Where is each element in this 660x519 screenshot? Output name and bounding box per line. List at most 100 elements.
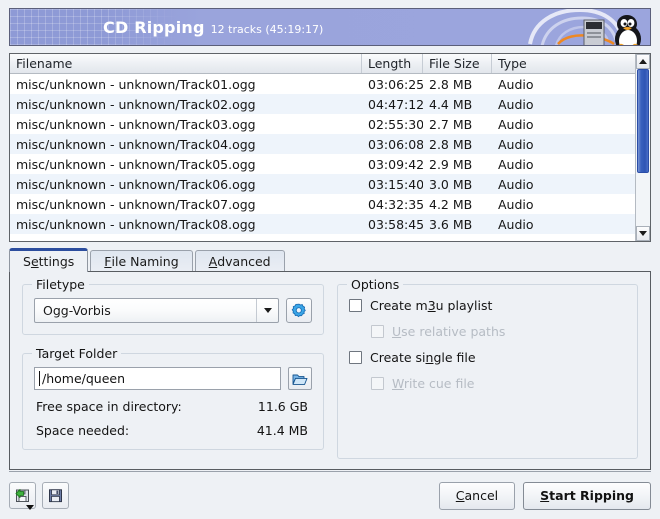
free-space-value: 11.6 GB (258, 399, 308, 414)
track-list-scrollbar[interactable] (635, 54, 650, 241)
option-label: Use relative paths (392, 324, 505, 339)
profile-toolbar (9, 482, 69, 509)
cell-file-size: 2.9 MB (423, 157, 492, 172)
cell-length: 03:15:40 (362, 177, 423, 192)
track-list-body: Filename Length File Size Type misc/unkn… (10, 54, 650, 241)
tab-bar: SettingsFile NamingAdvanced (9, 248, 651, 272)
scroll-up-button[interactable] (636, 54, 650, 69)
tux-cd-artwork (528, 9, 650, 45)
cell-filename: misc/unknown - unknown/Track02.ogg (10, 97, 362, 112)
target-folder-group-label: Target Folder (32, 346, 121, 361)
track-list-columns: Filename Length File Size Type misc/unkn… (10, 54, 635, 241)
header-text-group: CD Ripping 12 tracks (45:19:17) (103, 18, 323, 37)
chevron-down-icon (264, 308, 272, 313)
table-row[interactable]: misc/unknown - unknown/Track05.ogg03:09:… (10, 154, 635, 174)
target-folder-input[interactable]: /home/queen (34, 367, 281, 390)
cell-filename: misc/unknown - unknown/Track08.ogg (10, 217, 362, 232)
load-profile-icon (14, 487, 31, 504)
filetype-group: Filetype Ogg-Vorbis (22, 284, 324, 335)
option-label: Write cue file (392, 376, 475, 391)
cell-file-size: 2.8 MB (423, 77, 492, 92)
cell-file-size: 4.4 MB (423, 97, 492, 112)
free-space-row: Free space in directory: 11.6 GB (34, 399, 312, 414)
checkbox-icon (371, 377, 384, 390)
column-header-filename[interactable]: Filename (10, 54, 362, 73)
chevron-down-icon (639, 231, 647, 236)
cell-type: Audio (492, 177, 635, 192)
tab-settings[interactable]: Settings (9, 248, 88, 272)
target-folder-group: Target Folder /home/queen Free space i (22, 353, 324, 450)
table-row[interactable]: misc/unknown - unknown/Track04.ogg03:06:… (10, 134, 635, 154)
cell-filename: misc/unknown - unknown/Track05.ogg (10, 157, 362, 172)
tab-file-naming[interactable]: File Naming (90, 250, 192, 272)
header-banner: CD Ripping 12 tracks (45:19:17) (9, 8, 651, 46)
track-list-header: Filename Length File Size Type (10, 54, 635, 74)
table-row[interactable]: misc/unknown - unknown/Track03.ogg02:55:… (10, 114, 635, 134)
cell-length: 04:32:35 (362, 197, 423, 212)
option-write-cue-file: Write cue file (371, 376, 626, 391)
filetype-configure-button[interactable] (286, 298, 312, 323)
track-list[interactable]: Filename Length File Size Type misc/unkn… (9, 53, 651, 242)
cancel-button[interactable]: Cancel (439, 482, 515, 510)
cell-type: Audio (492, 97, 635, 112)
footer-bar: Cancel Start Ripping (9, 471, 651, 519)
cell-length: 04:47:12 (362, 97, 423, 112)
settings-left-column: Filetype Ogg-Vorbis (22, 284, 324, 459)
cell-file-size: 2.8 MB (423, 137, 492, 152)
space-needed-row: Space needed: 41.4 MB (34, 423, 312, 438)
settings-tab-panel: Filetype Ogg-Vorbis (9, 271, 651, 470)
chevron-down-icon (26, 505, 34, 510)
cell-length: 02:55:30 (362, 117, 423, 132)
load-profile-button[interactable] (9, 482, 36, 509)
column-header-length[interactable]: Length (362, 54, 423, 73)
cell-filename: misc/unknown - unknown/Track04.ogg (10, 137, 362, 152)
target-folder-browse-button[interactable] (288, 367, 312, 390)
scrollbar-track[interactable] (636, 69, 650, 226)
checkbox-icon[interactable] (349, 351, 362, 364)
chevron-up-icon (639, 59, 647, 64)
tab-advanced[interactable]: Advanced (195, 250, 285, 272)
cell-file-size: 4.2 MB (423, 197, 492, 212)
text-caret (39, 371, 40, 386)
option-create-single-file[interactable]: Create single file (349, 350, 626, 365)
column-header-type[interactable]: Type (492, 54, 635, 73)
save-profile-button[interactable] (42, 482, 69, 509)
table-row[interactable]: misc/unknown - unknown/Track08.ogg03:58:… (10, 214, 635, 234)
options-list: Create m3u playlist Use relative paths Cre… (349, 298, 626, 391)
target-folder-row: /home/queen (34, 367, 312, 390)
settings-right-column: Options Create m3u playlistUse relative … (337, 284, 638, 459)
checkbox-icon (371, 325, 384, 338)
filetype-select[interactable]: Ogg-Vorbis (34, 298, 279, 323)
cell-file-size: 2.7 MB (423, 117, 492, 132)
option-use-relative-paths: Use relative paths (371, 324, 626, 339)
cell-type: Audio (492, 117, 635, 132)
dialog-buttons: Cancel Start Ripping (439, 482, 651, 510)
table-row[interactable]: misc/unknown - unknown/Track06.ogg03:15:… (10, 174, 635, 194)
filetype-selected-value: Ogg-Vorbis (43, 303, 111, 318)
cell-type: Audio (492, 77, 635, 92)
scrollbar-thumb[interactable] (637, 69, 649, 173)
cell-length: 03:06:25 (362, 77, 423, 92)
filetype-row: Ogg-Vorbis (34, 298, 312, 323)
cell-type: Audio (492, 217, 635, 232)
options-group: Options Create m3u playlistUse relative … (337, 284, 638, 459)
table-row[interactable]: misc/unknown - unknown/Track02.ogg04:47:… (10, 94, 635, 114)
table-row[interactable]: misc/unknown - unknown/Track01.ogg03:06:… (10, 74, 635, 94)
track-summary: 12 tracks (45:19:17) (211, 23, 324, 36)
cell-filename: misc/unknown - unknown/Track01.ogg (10, 77, 362, 92)
cell-type: Audio (492, 157, 635, 172)
cell-file-size: 3.0 MB (423, 177, 492, 192)
filetype-dropdown-arrow[interactable] (256, 299, 278, 322)
table-row[interactable]: misc/unknown - unknown/Track07.ogg04:32:… (10, 194, 635, 214)
cell-type: Audio (492, 137, 635, 152)
free-space-label: Free space in directory: (36, 399, 182, 414)
page-title: CD Ripping (103, 18, 205, 37)
cell-length: 03:09:42 (362, 157, 423, 172)
space-needed-value: 41.4 MB (257, 423, 308, 438)
options-group-label: Options (347, 277, 403, 292)
start-ripping-button[interactable]: Start Ripping (523, 482, 651, 510)
scroll-down-button[interactable] (636, 226, 650, 241)
column-header-file-size[interactable]: File Size (423, 54, 492, 73)
option-create-m3u-playlist[interactable]: Create m3u playlist (349, 298, 626, 313)
checkbox-icon[interactable] (349, 299, 362, 312)
